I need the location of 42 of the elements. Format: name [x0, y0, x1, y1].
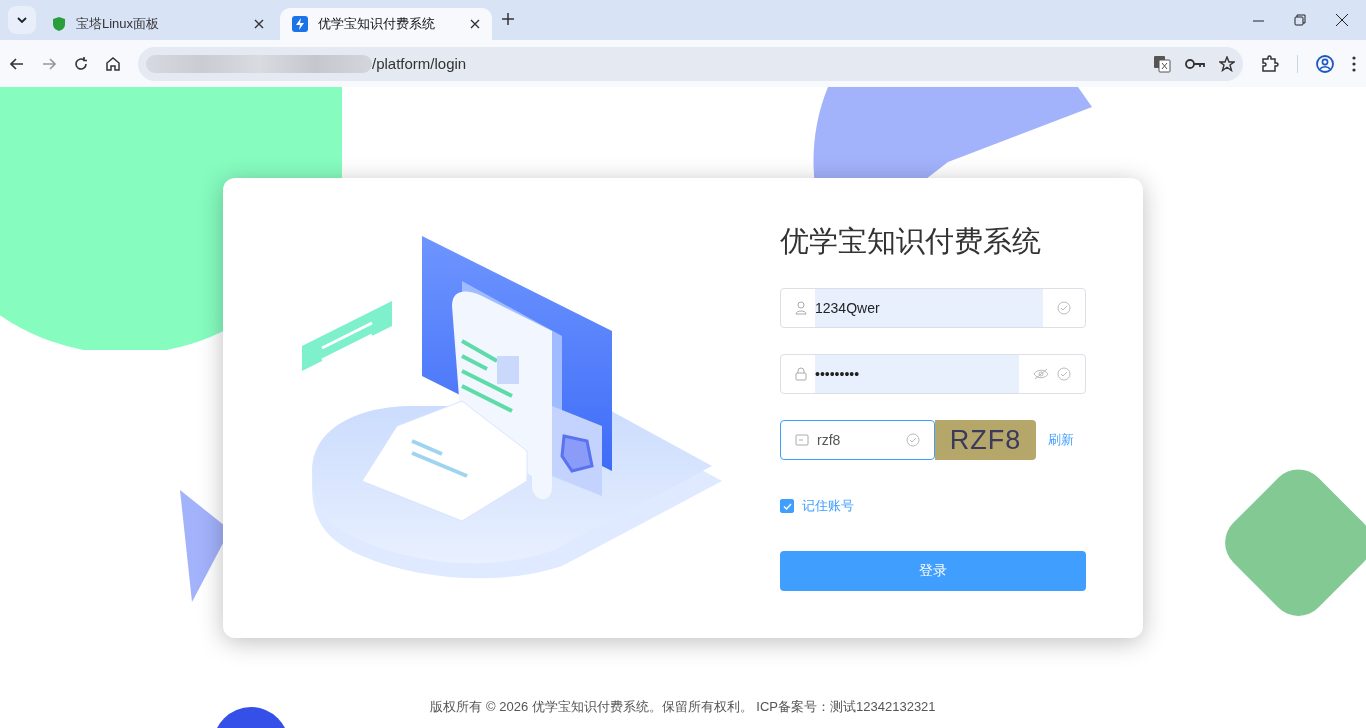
captcha-image[interactable]: RZF8: [935, 420, 1036, 460]
home-icon[interactable]: [106, 56, 120, 71]
user-icon: [795, 301, 807, 315]
username-field[interactable]: 1234Qwer: [780, 288, 1086, 328]
message-icon: [795, 434, 809, 446]
url-text: /platform/login: [372, 55, 468, 72]
address-bar[interactable]: /platform/login: [138, 46, 1243, 81]
forward-arrow-icon[interactable]: [42, 56, 56, 71]
tab-search-button[interactable]: [8, 6, 36, 34]
chevron-down-icon: [17, 17, 27, 23]
translate-icon[interactable]: [1153, 54, 1171, 73]
shield-icon: [52, 16, 66, 32]
lightning-icon: [292, 16, 308, 32]
star-icon[interactable]: [1219, 55, 1235, 72]
check-circle-icon: [1057, 301, 1071, 315]
copyright-text: 版权所有 © 2026 优学宝知识付费系统。保留所有权利。 ICP备案号：测试12342132321: [430, 698, 936, 716]
captcha-field[interactable]: rzf8: [780, 420, 935, 460]
restore-icon[interactable]: [1294, 14, 1306, 26]
check-circle-icon: [906, 433, 920, 447]
plus-icon[interactable]: [502, 13, 514, 25]
remember-label: 记住账号: [802, 497, 854, 515]
browser-tab[interactable]: 宝塔Linux面板: [40, 8, 276, 40]
puzzle-icon[interactable]: [1261, 54, 1279, 73]
reload-icon[interactable]: [74, 56, 88, 71]
captcha-value: rzf8: [817, 431, 842, 450]
remember-checkbox[interactable]: [780, 499, 794, 513]
more-vertical-icon[interactable]: [1352, 55, 1356, 72]
password-field[interactable]: •••••••••: [780, 354, 1086, 394]
login-title: 优学宝知识付费系统: [780, 224, 1042, 259]
tab-title: 优学宝知识付费系统: [318, 15, 436, 33]
profile-icon[interactable]: [1316, 54, 1334, 73]
key-icon[interactable]: [1185, 57, 1205, 70]
close-icon[interactable]: [1336, 14, 1348, 26]
lock-icon: [795, 367, 807, 381]
check-circle-icon: [1057, 367, 1071, 381]
back-arrow-icon[interactable]: [10, 56, 24, 71]
tab-title: 宝塔Linux面板: [76, 15, 161, 33]
password-value: •••••••••: [815, 355, 1019, 393]
close-icon[interactable]: [470, 19, 480, 29]
browser-tab[interactable]: 优学宝知识付费系统: [280, 8, 492, 40]
username-value: 1234Qwer: [815, 289, 1043, 327]
close-icon[interactable]: [254, 19, 264, 29]
